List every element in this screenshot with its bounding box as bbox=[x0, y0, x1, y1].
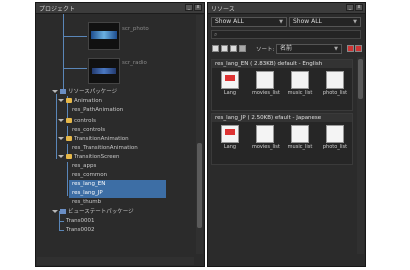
view-list-icon[interactable] bbox=[239, 45, 246, 52]
resource-item[interactable]: Lang bbox=[217, 125, 243, 150]
expand-arrow-icon[interactable] bbox=[58, 119, 64, 122]
resource-panel-titlebar: リソース _ x bbox=[208, 3, 365, 14]
scrollbar-thumb[interactable] bbox=[197, 143, 202, 228]
expand-arrow-icon[interactable] bbox=[58, 155, 64, 158]
tree-leaf[interactable]: res_TransitionAnimation bbox=[72, 144, 138, 153]
expand-arrow-icon[interactable] bbox=[58, 99, 64, 102]
tree-node-resource-package[interactable]: リソースパッケージ bbox=[52, 88, 117, 97]
model-file-icon bbox=[291, 125, 309, 143]
thumbnail-scr-photo[interactable] bbox=[88, 22, 120, 50]
resource-group-header[interactable]: res_lang_JP ( 2.50KB) efault - Japanese bbox=[212, 114, 352, 122]
minimize-button[interactable]: _ bbox=[346, 4, 354, 11]
lang-file-icon bbox=[221, 71, 239, 89]
resource-item[interactable]: movies_list bbox=[252, 71, 280, 96]
thumbnail-scr-radio[interactable] bbox=[88, 58, 120, 84]
resource-item[interactable]: photo_list bbox=[322, 125, 348, 150]
scrollbar-thumb[interactable] bbox=[358, 59, 363, 99]
tree-leaf[interactable]: Trans0002 bbox=[66, 226, 95, 235]
tree-node-view-state-package[interactable]: ビューステートパッケージ bbox=[52, 208, 134, 217]
tree-leaf[interactable]: res_apps bbox=[72, 162, 96, 171]
folder-icon bbox=[66, 136, 72, 141]
sort-select[interactable]: 名前 ▼ bbox=[276, 44, 342, 54]
project-panel: プロジェクト _ x scr_photo scr_radio リソースパッケージ… bbox=[35, 2, 205, 267]
resource-item[interactable]: music_list bbox=[287, 71, 313, 96]
resource-vertical-scrollbar[interactable] bbox=[357, 57, 364, 254]
chevron-down-icon: ▼ bbox=[279, 19, 283, 25]
resource-panel-title: リソース bbox=[211, 6, 235, 13]
tree-leaf[interactable]: Trans0001 bbox=[66, 217, 95, 226]
project-tree: scr_photo scr_radio リソースパッケージ Animation … bbox=[36, 14, 195, 254]
view-large-icon[interactable] bbox=[212, 45, 219, 52]
expand-arrow-icon[interactable] bbox=[58, 137, 64, 140]
folder-icon bbox=[66, 98, 72, 103]
tree-node-transition-animation[interactable]: TransitionAnimation bbox=[58, 135, 129, 144]
chevron-down-icon: ▼ bbox=[353, 19, 357, 25]
resource-item[interactable]: photo_list bbox=[322, 71, 348, 96]
folder-icon bbox=[66, 154, 72, 159]
package-icon bbox=[60, 89, 66, 94]
tree-leaf[interactable]: res_common bbox=[72, 171, 107, 180]
sort-label: ソート: bbox=[256, 47, 275, 53]
project-panel-title: プロジェクト bbox=[39, 6, 76, 13]
tree-node-controls[interactable]: controls bbox=[58, 117, 96, 126]
thumbnail-label: scr_photo bbox=[122, 26, 149, 32]
resource-item[interactable]: movies_list bbox=[252, 125, 280, 150]
thumbnail-label: scr_radio bbox=[122, 60, 147, 66]
project-panel-titlebar: プロジェクト _ x bbox=[36, 3, 204, 14]
search-icon: ⌕ bbox=[214, 31, 218, 38]
tree-leaf[interactable]: res_controls bbox=[72, 126, 105, 135]
package-icon bbox=[60, 209, 66, 214]
filter-select-1[interactable]: Show ALL ▼ bbox=[211, 17, 287, 27]
minimize-button[interactable]: _ bbox=[185, 4, 193, 11]
filter-select-2[interactable]: Show ALL ▼ bbox=[289, 17, 361, 27]
model-file-icon bbox=[326, 125, 344, 143]
view-small-icon[interactable] bbox=[230, 45, 237, 52]
chevron-down-icon: ▼ bbox=[334, 46, 338, 52]
resource-item[interactable]: music_list bbox=[287, 125, 313, 150]
tree-leaf[interactable]: res_thumb bbox=[72, 198, 101, 207]
expand-arrow-icon[interactable] bbox=[52, 90, 58, 93]
sort-order-icon[interactable] bbox=[347, 45, 354, 52]
model-file-icon bbox=[291, 71, 309, 89]
resource-group: res_lang_EN ( 2.83KB) default - English … bbox=[211, 59, 353, 111]
horizontal-scrollbar[interactable] bbox=[37, 257, 194, 265]
resource-group: res_lang_JP ( 2.50KB) efault - Japanese … bbox=[211, 113, 353, 165]
resource-item[interactable]: Lang bbox=[217, 71, 243, 96]
tree-node-transition-screen[interactable]: TransitionScreen bbox=[58, 153, 120, 162]
model-file-icon bbox=[326, 71, 344, 89]
view-medium-icon[interactable] bbox=[221, 45, 228, 52]
filter-toggle-icon[interactable] bbox=[355, 45, 362, 52]
vertical-scrollbar[interactable] bbox=[196, 15, 203, 254]
tree-node-animation[interactable]: Animation bbox=[58, 97, 102, 106]
model-file-icon bbox=[256, 71, 274, 89]
model-file-icon bbox=[256, 125, 274, 143]
resource-group-header[interactable]: res_lang_EN ( 2.83KB) default - English bbox=[212, 60, 352, 68]
folder-icon bbox=[66, 118, 72, 123]
close-button[interactable]: x bbox=[194, 4, 202, 11]
tree-leaf[interactable]: res_PathAnimation bbox=[72, 106, 123, 115]
expand-arrow-icon[interactable] bbox=[52, 210, 58, 213]
tree-leaf-selected[interactable]: res_lang_JP bbox=[69, 189, 166, 198]
resource-panel: リソース _ x Show ALL ▼ Show ALL ▼ ⌕ ソート: 名前 ▼ … bbox=[207, 2, 366, 267]
tree-leaf-selected[interactable]: res_lang_EN bbox=[69, 180, 166, 189]
search-input[interactable]: ⌕ bbox=[211, 30, 361, 39]
close-button[interactable]: x bbox=[355, 4, 363, 11]
lang-file-icon bbox=[221, 125, 239, 143]
